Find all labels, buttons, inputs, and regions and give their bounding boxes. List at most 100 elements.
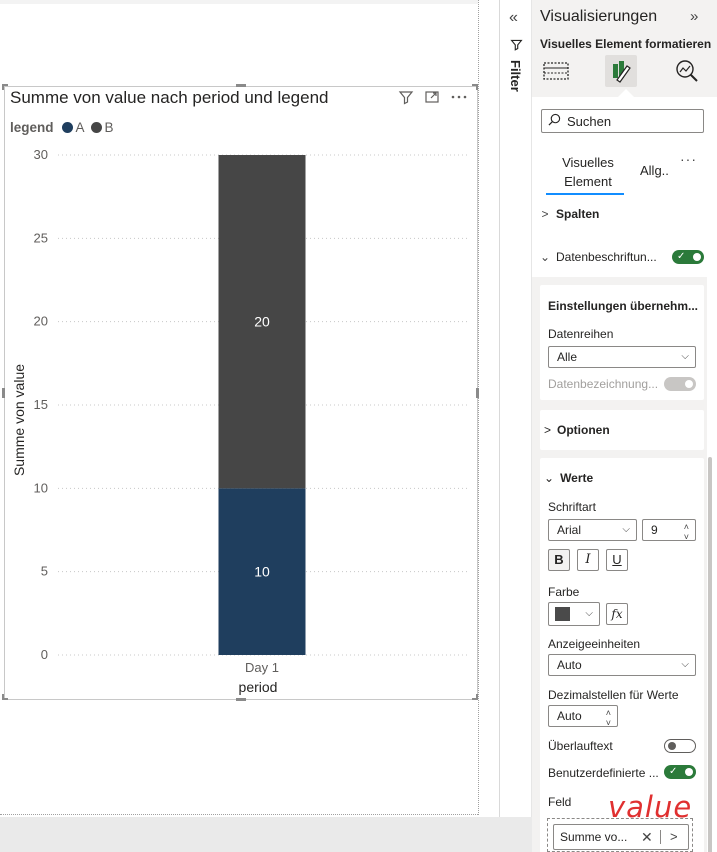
chevron-down-icon: ⌵ [681,659,689,670]
dezimalstellen-label: Dezimalstellen für Werte [548,688,679,702]
datenbeschriftungen-toggle[interactable]: ✓ [672,250,704,264]
section-spalten[interactable]: > Spalten [532,207,717,221]
pill-separator [660,830,661,844]
resize-handle-top[interactable] [236,84,246,87]
y-axis-title: Summe von value [11,364,27,476]
search-input[interactable]: Suchen [541,109,704,133]
farbe-label: Farbe [548,585,580,599]
canvas-page-border-bottom [0,814,478,815]
font-family-dropdown[interactable]: Arial ⌵ [548,519,637,541]
build-visual-icon[interactable] [540,55,572,87]
datenbeschriftungen-subsections: Einstellungen übernehm... Datenreihen Al… [532,277,707,852]
datenreihen-dropdown[interactable]: Alle ⌵ [548,346,696,368]
stepper-down-icon[interactable]: ˅ [684,527,689,547]
active-tab-underline [546,193,624,195]
feld-label: Feld [548,795,572,809]
chart-legend: legend A B [10,120,120,135]
expand-pane-icon[interactable]: » [690,8,698,25]
filter-pane-collapsed[interactable]: « Filter [499,0,532,817]
check-icon: ✓ [669,766,678,777]
legend-dot-b [90,122,102,133]
y-tick-label: 20 [34,314,48,329]
active-tab-caret [618,89,634,97]
werte-row[interactable]: ⌄ Werte [544,471,593,485]
chevron-right-icon: > [544,423,552,437]
remove-field-icon[interactable]: ✕ [641,825,653,849]
color-picker-dropdown[interactable]: ⌵ [548,602,600,626]
search-icon [548,113,561,129]
filter-funnel-icon[interactable] [398,89,414,105]
visual-header-icons [398,89,468,105]
pane-subtitle: Visuelles Element formatieren [540,37,712,51]
tab-general[interactable]: Allg.. [640,163,669,178]
chevron-down-icon: ⌄ [539,250,551,264]
analytics-icon[interactable] [671,55,703,87]
resize-handle-top-right[interactable] [472,84,478,90]
search-placeholder: Suchen [567,113,612,129]
pane-header: Visualisierungen » Visuelles Element for… [532,0,717,100]
chevron-down-icon: ⌵ [585,608,593,619]
filter-label[interactable]: Filter [508,60,523,92]
chart-plot-svg: 0 5 10 15 20 25 30 10 20 Day 1 period Summe von val… [11,147,470,695]
pane-scrollbar[interactable] [708,457,712,852]
schriftart-label: Schriftart [548,500,597,514]
legend-title: legend [10,120,54,135]
format-visual-icon[interactable] [605,55,637,87]
tab-visual-line1: Visuelles [562,155,614,170]
dezimalstellen-value: Auto [557,709,582,723]
tab-visual-line2: Element [564,174,612,189]
font-family-value: Arial [557,523,582,537]
chart-title: Summe von value nach period und legend [10,88,329,107]
pane-title: Visualisierungen [540,8,658,25]
data-label: 10 [254,564,270,580]
optionen-row: > Optionen [544,423,610,437]
field-pill-label: Summe vo... [560,830,628,844]
werte-label: Werte [560,471,594,485]
chevron-right-icon: > [541,207,549,221]
dezimalstellen-stepper[interactable]: Auto ˄ ˅ [548,705,618,728]
data-label: 20 [254,314,270,330]
canvas-bottom-strip [0,817,532,852]
legend-dot-a [61,122,73,133]
card-optionen[interactable]: > Optionen [540,410,704,450]
check-icon: ✓ [677,251,686,262]
font-size-value: 9 [651,523,658,537]
anzeigeeinheiten-value: Auto [557,658,582,672]
italic-button[interactable]: I [577,549,599,571]
visualizations-pane: Visualisierungen » Visuelles Element for… [532,0,717,852]
tab-more-icon[interactable]: ··· [680,151,697,167]
font-size-stepper[interactable]: 9 ˄ ˅ [642,519,696,542]
y-tick-label: 30 [34,147,48,162]
legend-item-a[interactable]: A [61,120,85,135]
legend-item-b[interactable]: B [90,120,114,135]
focus-mode-icon[interactable] [424,89,440,105]
filter-funnel-icon [510,38,523,56]
datenbezeichnung-toggle [664,377,696,391]
benutzerdefiniert-toggle[interactable]: ✓ [664,765,696,779]
y-tick-label: 5 [41,564,48,579]
tab-visual-element[interactable]: Visuelles Element [554,153,622,191]
handwritten-annotation: value [608,790,693,824]
collapse-filter-icon[interactable]: « [509,9,518,27]
ueberlauftext-toggle[interactable] [664,739,696,753]
bold-button[interactable]: B [548,549,570,571]
chevron-right-icon[interactable]: > [670,825,678,849]
fx-conditional-format-button[interactable]: fx [606,603,628,625]
canvas-top-edge [0,0,478,4]
field-pill[interactable]: Summe vo... ✕ > [553,824,689,850]
anzeigeeinheiten-dropdown[interactable]: Auto ⌵ [548,654,696,676]
datenreihen-value: Alle [557,350,578,364]
datenreihen-label: Datenreihen [548,327,614,341]
stepper-down-icon[interactable]: ˅ [606,713,611,733]
resize-handle-top-left[interactable] [2,84,8,90]
underline-button[interactable]: U [606,549,628,571]
chevron-down-icon: ⌵ [681,351,689,362]
einstellungen-label: Einstellungen übernehm... [548,299,699,313]
card-einstellungen: Einstellungen übernehm... Datenreihen Al… [540,285,704,400]
anzeigeeinheiten-label: Anzeigeeinheiten [548,637,641,651]
benutzerdefiniert-label: Benutzerdefinierte ... [548,766,659,780]
y-tick-label: 10 [34,480,48,495]
canvas-page-border [478,0,479,815]
more-options-icon[interactable] [450,89,468,105]
format-pane-body: Suchen Visuelles Element Allg.. ··· > Sp… [532,97,717,852]
